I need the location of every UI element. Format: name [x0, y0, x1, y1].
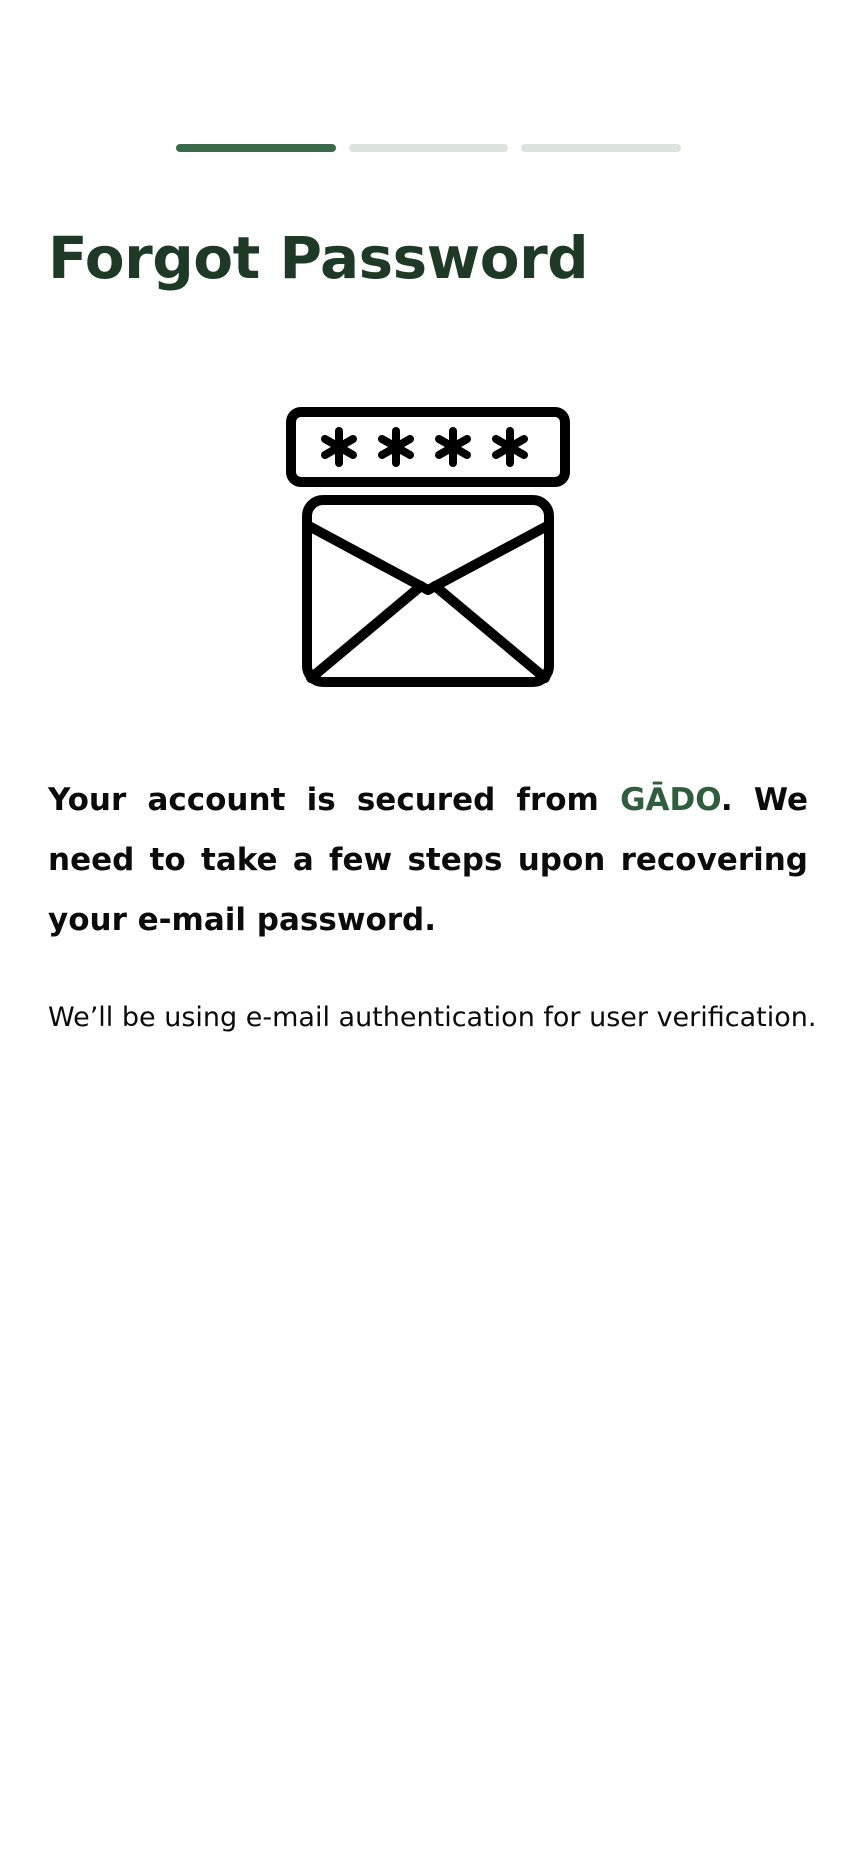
step-progress-indicator [176, 144, 682, 152]
asterisk-icons [321, 427, 528, 467]
progress-step-3 [521, 144, 682, 152]
page-title: Forgot Password [48, 224, 589, 292]
security-message-text-start: Your account is secured from [48, 782, 621, 818]
brand-name: GĀDO [620, 782, 721, 818]
verification-note: We’ll be using e-mail authentication for… [48, 1002, 817, 1033]
progress-step-2 [348, 144, 509, 152]
envelope-icon [302, 495, 554, 687]
security-message: Your account is secured from GĀDO. We ne… [48, 770, 808, 950]
progress-step-1 [176, 144, 336, 152]
password-envelope-icon [286, 407, 570, 687]
